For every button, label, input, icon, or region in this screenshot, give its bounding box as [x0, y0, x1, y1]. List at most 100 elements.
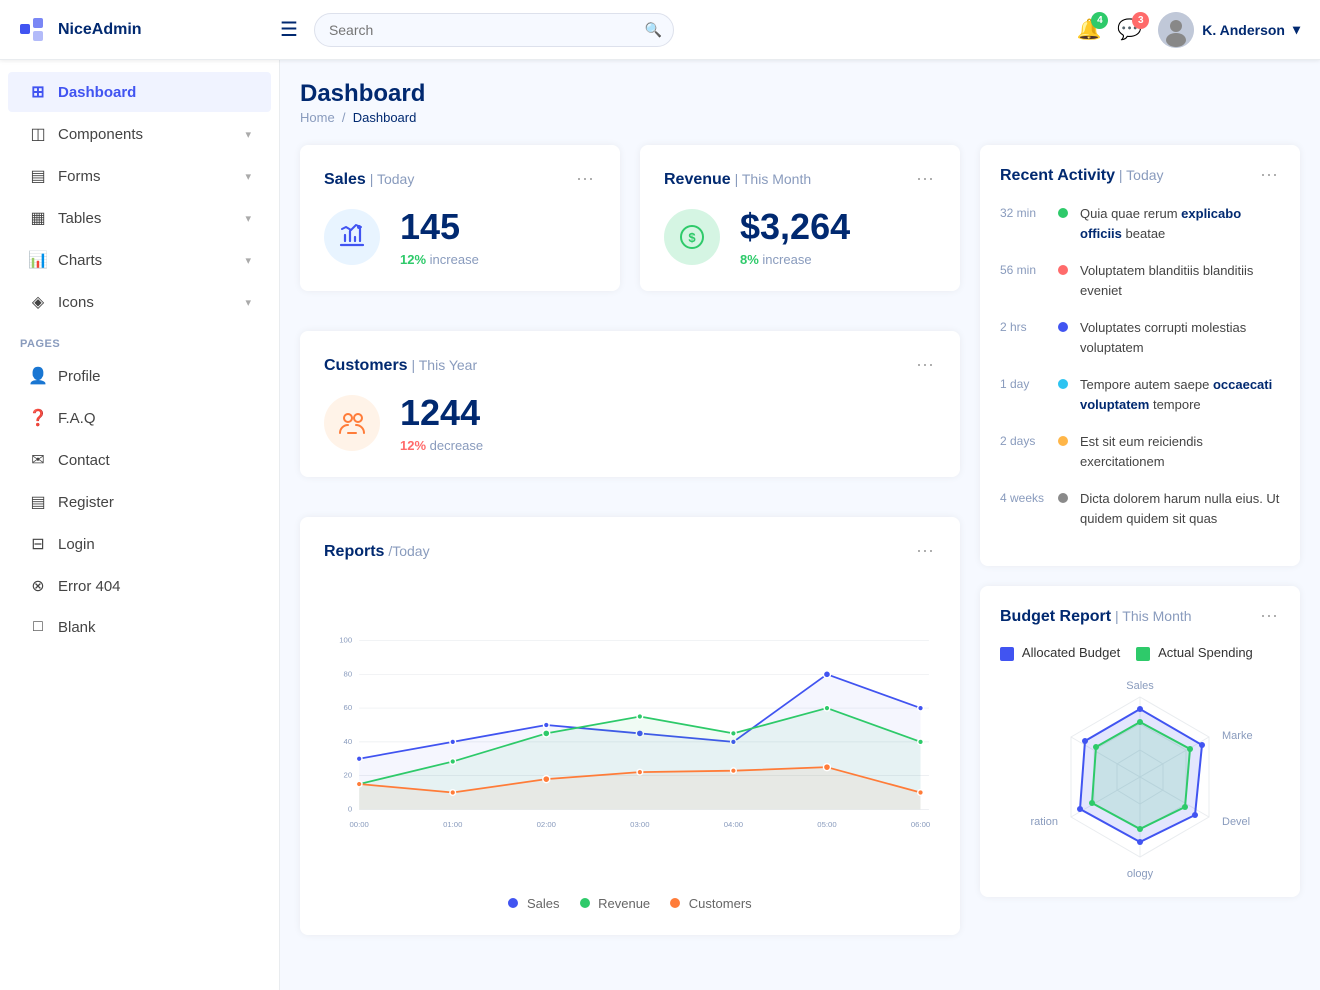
activity-dot-gray [1058, 493, 1068, 503]
stat-body: 145 12% increase [324, 206, 596, 267]
budget-options-button[interactable]: ⋯ [1260, 606, 1280, 627]
sidebar-item-label: Dashboard [58, 84, 136, 101]
chevron-down-icon: ▾ [245, 170, 251, 183]
activity-dot-blue [1058, 322, 1068, 332]
stat-body: $ $3,264 8% increase [664, 206, 936, 267]
content-grid: Sales | Today ⋯ [300, 145, 1300, 935]
sidebar-item-label: Blank [58, 619, 96, 636]
sidebar-item-login[interactable]: ⊟ Login [8, 524, 271, 564]
sidebar-item-components[interactable]: ◫ Components ▾ [8, 114, 271, 154]
page-title: Dashboard [300, 80, 1300, 108]
faq-icon: ❓ [28, 408, 48, 428]
reports-options-button[interactable]: ⋯ [916, 541, 936, 562]
contact-icon: ✉ [28, 450, 48, 470]
header: NiceAdmin ☰ 🔍 🔔 4 💬 3 K. Anderson ▾ [0, 0, 1320, 60]
search-input[interactable] [314, 13, 674, 47]
sales-icon [324, 209, 380, 265]
svg-text:02:00: 02:00 [537, 820, 556, 829]
sidebar-item-label: Charts [58, 252, 102, 269]
svg-text:05:00: 05:00 [817, 820, 836, 829]
sidebar-item-label: Login [58, 536, 95, 553]
reports-title: Reports /Today [324, 543, 430, 561]
revenue-options-button[interactable]: ⋯ [916, 169, 936, 190]
sidebar-item-faq[interactable]: ❓ F.A.Q [8, 398, 271, 438]
activity-dot-cyan [1058, 379, 1068, 389]
activity-dot-green [1058, 208, 1068, 218]
stat-header: Sales | Today ⋯ [324, 169, 596, 190]
sidebar-item-forms[interactable]: ▤ Forms ▾ [8, 156, 271, 196]
line-chart-svg: 100 80 60 40 20 0 00:00 01:00 02:00 03:0… [324, 582, 936, 882]
user-menu[interactable]: K. Anderson ▾ [1158, 12, 1300, 48]
legend-revenue: Revenue [580, 896, 651, 911]
activity-item: 4 weeks Dicta dolorem harum nulla eius. … [1000, 489, 1280, 528]
budget-report-card: Budget Report | This Month ⋯ Allocated B… [980, 586, 1300, 897]
user-name: K. Anderson [1202, 22, 1285, 38]
top-stat-cards: Sales | Today ⋯ [300, 145, 960, 291]
breadcrumb-home[interactable]: Home [300, 110, 335, 125]
chevron-down-icon: ▾ [245, 128, 251, 141]
sidebar-item-label: Tables [58, 210, 101, 227]
sidebar-item-tables[interactable]: ▦ Tables ▾ [8, 198, 271, 238]
sidebar: ⊞ Dashboard ◫ Components ▾ ▤ Forms ▾ ▦ T… [0, 60, 280, 990]
customers-card: Customers | This Year ⋯ [300, 331, 960, 477]
sidebar-item-error404[interactable]: ⊗ Error 404 [8, 566, 271, 606]
sidebar-item-profile[interactable]: 👤 Profile [8, 356, 271, 396]
sidebar-item-contact[interactable]: ✉ Contact [8, 440, 271, 480]
logo: NiceAdmin [20, 18, 280, 42]
header-right: 🔔 4 💬 3 K. Anderson ▾ [1076, 12, 1300, 48]
activity-dot-red [1058, 265, 1068, 275]
search-icon[interactable]: 🔍 [645, 21, 662, 38]
svg-text:04:00: 04:00 [724, 820, 743, 829]
radar-chart-svg: Sales Marke Devel ology ration [1000, 667, 1280, 887]
radar-chart-container: Sales Marke Devel ology ration [1000, 677, 1280, 877]
sidebar-item-icons[interactable]: ◈ Icons ▾ [8, 282, 271, 322]
svg-text:20: 20 [344, 771, 353, 780]
svg-text:60: 60 [344, 703, 353, 712]
sidebar-item-blank[interactable]: □ Blank [8, 608, 271, 646]
chevron-down-icon: ▾ [245, 296, 251, 309]
svg-text:80: 80 [344, 669, 353, 678]
sales-card: Sales | Today ⋯ [300, 145, 620, 291]
sidebar-item-label: Icons [58, 294, 94, 311]
chevron-down-icon: ▾ [245, 212, 251, 225]
activity-item: 2 days Est sit eum reiciendis exercitati… [1000, 432, 1280, 471]
right-column: Recent Activity | Today ⋯ 32 min Quia qu… [980, 145, 1300, 935]
sidebar-item-charts[interactable]: 📊 Charts ▾ [8, 240, 271, 280]
app-name: NiceAdmin [58, 21, 142, 39]
svg-text:0: 0 [348, 804, 352, 813]
customers-options-button[interactable]: ⋯ [916, 355, 936, 376]
sidebar-item-label: Contact [58, 452, 110, 469]
actual-legend-box [1136, 647, 1150, 661]
revenue-card: Revenue | This Month ⋯ $ [640, 145, 960, 291]
activity-options-button[interactable]: ⋯ [1260, 165, 1280, 186]
hamburger-button[interactable]: ☰ [280, 17, 298, 42]
svg-text:100: 100 [339, 636, 352, 645]
tables-icon: ▦ [28, 208, 48, 228]
login-icon: ⊟ [28, 534, 48, 554]
message-badge: 3 [1132, 12, 1149, 29]
user-dropdown-chevron: ▾ [1293, 21, 1300, 38]
svg-text:$: $ [688, 230, 696, 245]
sidebar-item-label: F.A.Q [58, 410, 96, 427]
error-icon: ⊗ [28, 576, 48, 596]
customers-stats: 1244 12% decrease [400, 392, 483, 453]
customers-icon [324, 395, 380, 451]
logo-icon [20, 18, 50, 42]
left-column: Sales | Today ⋯ [300, 145, 960, 935]
activity-dot-yellow [1058, 436, 1068, 446]
legend-actual: Actual Spending [1136, 645, 1253, 661]
stat-header: Customers | This Year ⋯ [324, 355, 936, 376]
legend-allocated: Allocated Budget [1000, 645, 1120, 661]
notifications-button[interactable]: 🔔 4 [1076, 17, 1101, 42]
dashboard-icon: ⊞ [28, 82, 48, 102]
messages-button[interactable]: 💬 3 [1117, 17, 1142, 42]
legend-sales: Sales [508, 896, 559, 911]
sidebar-item-dashboard[interactable]: ⊞ Dashboard [8, 72, 271, 112]
sales-options-button[interactable]: ⋯ [576, 169, 596, 190]
sales-title: Sales | Today [324, 171, 414, 189]
forms-icon: ▤ [28, 166, 48, 186]
svg-text:01:00: 01:00 [443, 820, 462, 829]
stat-header: Revenue | This Month ⋯ [664, 169, 936, 190]
sidebar-item-register[interactable]: ▤ Register [8, 482, 271, 522]
svg-text:Sales: Sales [1126, 680, 1154, 692]
